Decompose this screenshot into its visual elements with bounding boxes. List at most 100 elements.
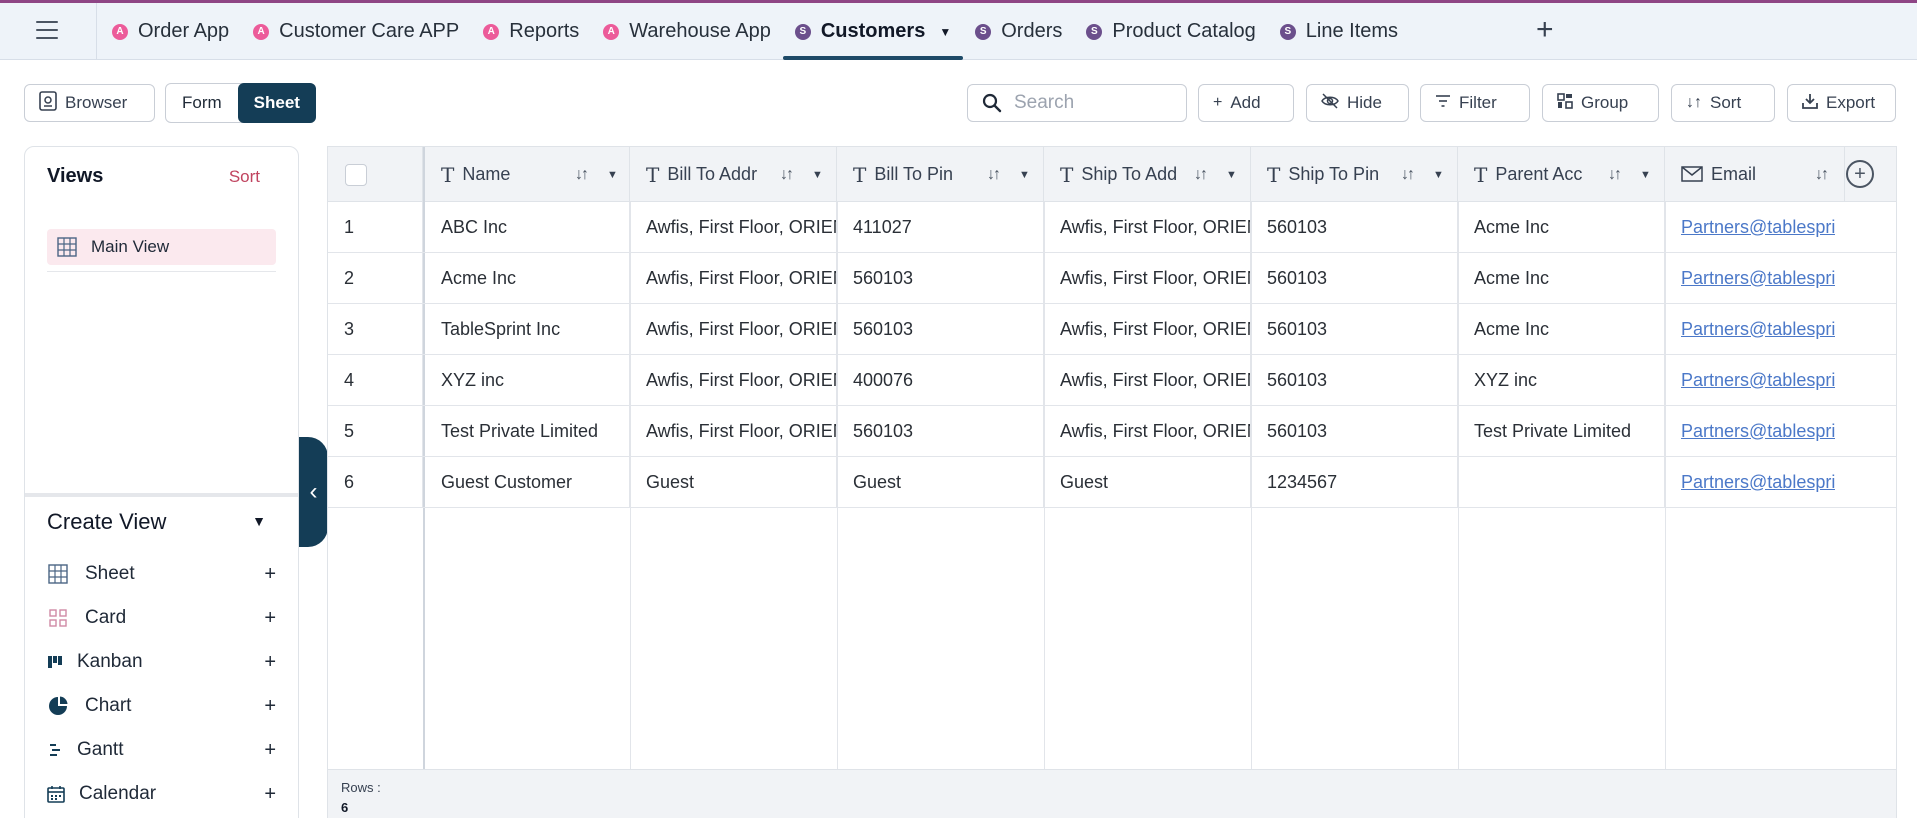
cell-name[interactable]: TableSprint Inc (425, 304, 630, 354)
menu-icon[interactable] (36, 21, 58, 41)
create-gantt-view[interactable]: Gantt + (47, 735, 276, 765)
cell-email-link[interactable]: Partners@tablesprint.com (1665, 457, 1835, 507)
cell-ship-to-pin[interactable]: 560103 (1251, 355, 1458, 405)
search-input[interactable]: Search (967, 84, 1187, 122)
chevron-down-icon[interactable]: ▼ (1433, 169, 1444, 181)
cell-parent-account[interactable]: Acme Inc (1458, 253, 1665, 303)
plus-icon[interactable]: + (264, 607, 276, 630)
cell-name[interactable]: Acme Inc (425, 253, 630, 303)
add-column-icon[interactable]: + (1846, 160, 1874, 188)
cell-name[interactable]: XYZ inc (425, 355, 630, 405)
cell-email-link[interactable]: Partners@tablesprint.com (1665, 202, 1835, 252)
cell-bill-to-pin[interactable]: 411027 (837, 202, 1044, 252)
cell-bill-to-pin[interactable]: 560103 (837, 253, 1044, 303)
cell-bill-to-pin[interactable]: 400076 (837, 355, 1044, 405)
views-sort-link[interactable]: Sort (229, 167, 260, 187)
add-button[interactable]: + Add (1198, 84, 1294, 122)
column-header-bill-to-pin[interactable]: T Bill To Pin ↓↑ ▼ (837, 147, 1044, 202)
chevron-down-icon[interactable]: ▼ (939, 25, 951, 39)
cell-ship-to-pin[interactable]: 560103 (1251, 253, 1458, 303)
column-header-ship-to-address[interactable]: T Ship To Addr ↓↑ ▼ (1044, 147, 1251, 202)
browser-button[interactable]: Browser (24, 84, 155, 122)
cell-bill-to-pin[interactable]: Guest (837, 457, 1044, 507)
sort-icon[interactable]: ↓↑ (1194, 166, 1208, 184)
column-header-parent-account[interactable]: T Parent Acc ↓↑ ▼ (1458, 147, 1665, 202)
table-row[interactable]: 2 Acme Inc Awfis, First Floor, ORIENT 56… (328, 253, 1896, 304)
plus-icon[interactable]: + (264, 695, 276, 718)
cell-bill-to-pin[interactable]: 560103 (837, 406, 1044, 456)
sort-button[interactable]: ↓↑ Sort (1671, 84, 1775, 122)
cell-ship-to-address[interactable]: Guest (1044, 457, 1251, 507)
add-tab-icon[interactable]: + (1536, 15, 1554, 45)
create-chart-view[interactable]: Chart + (47, 691, 276, 721)
cell-ship-to-address[interactable]: Awfis, First Floor, ORIENT (1044, 406, 1251, 456)
cell-name[interactable]: ABC Inc (425, 202, 630, 252)
sort-icon[interactable]: ↓↑ (1815, 166, 1829, 184)
chevron-down-icon[interactable]: ▼ (607, 169, 618, 181)
create-kanban-view[interactable]: Kanban + (47, 647, 276, 677)
cell-email-link[interactable]: Partners@tablesprint.com (1665, 355, 1835, 405)
select-all-checkbox[interactable] (345, 164, 367, 186)
table-row[interactable]: 5 Test Private Limited Awfis, First Floo… (328, 406, 1896, 457)
column-header-bill-to-address[interactable]: T Bill To Addr ↓↑ ▼ (630, 147, 837, 202)
cell-ship-to-pin[interactable]: 560103 (1251, 304, 1458, 354)
column-header-ship-to-pin[interactable]: T Ship To Pin ↓↑ ▼ (1251, 147, 1458, 202)
hide-button[interactable]: Hide (1306, 84, 1409, 122)
table-row[interactable]: 3 TableSprint Inc Awfis, First Floor, OR… (328, 304, 1896, 355)
cell-ship-to-address[interactable]: Awfis, First Floor, ORIENT (1044, 304, 1251, 354)
chevron-down-icon[interactable]: ▼ (1019, 169, 1030, 181)
tab-orders[interactable]: S Orders (963, 3, 1074, 60)
cell-ship-to-pin[interactable]: 560103 (1251, 202, 1458, 252)
sort-icon[interactable]: ↓↑ (987, 166, 1001, 184)
plus-icon[interactable]: + (264, 783, 276, 806)
collapse-sidebar-button[interactable]: ‹ (299, 437, 328, 547)
cell-bill-to-address[interactable]: Awfis, First Floor, ORIENT (630, 253, 837, 303)
column-header-name[interactable]: T Name ↓↑ ▼ (423, 147, 630, 202)
cell-bill-to-address[interactable]: Awfis, First Floor, ORIENT (630, 406, 837, 456)
cell-ship-to-address[interactable]: Awfis, First Floor, ORIENT (1044, 355, 1251, 405)
cell-bill-to-pin[interactable]: 560103 (837, 304, 1044, 354)
group-button[interactable]: Group (1542, 84, 1659, 122)
plus-icon[interactable]: + (264, 739, 276, 762)
cell-parent-account[interactable]: XYZ inc (1458, 355, 1665, 405)
cell-parent-account[interactable]: Test Private Limited (1458, 406, 1665, 456)
cell-ship-to-pin[interactable]: 560103 (1251, 406, 1458, 456)
cell-parent-account[interactable]: Acme Inc (1458, 304, 1665, 354)
cell-name[interactable]: Test Private Limited (425, 406, 630, 456)
create-calendar-view[interactable]: Calendar + (47, 779, 276, 809)
table-row[interactable]: 6 Guest Customer Guest Guest Guest 12345… (328, 457, 1896, 508)
main-view-item[interactable]: Main View (47, 229, 276, 265)
sort-icon[interactable]: ↓↑ (780, 166, 794, 184)
chevron-down-icon[interactable]: ▼ (1640, 169, 1651, 181)
table-row[interactable]: 1 ABC Inc Awfis, First Floor, ORIENT 411… (328, 202, 1896, 253)
create-card-view[interactable]: Card + (47, 603, 276, 633)
chevron-down-icon[interactable]: ▼ (1226, 169, 1237, 181)
plus-icon[interactable]: + (264, 651, 276, 674)
cell-parent-account[interactable] (1458, 457, 1665, 507)
cell-ship-to-address[interactable]: Awfis, First Floor, ORIENT (1044, 202, 1251, 252)
sheet-mode-button[interactable]: Sheet (237, 83, 316, 123)
cell-bill-to-address[interactable]: Awfis, First Floor, ORIENT (630, 202, 837, 252)
tab-reports[interactable]: A Reports (471, 3, 591, 60)
tab-customer-care-app[interactable]: A Customer Care APP (241, 3, 471, 60)
cell-bill-to-address[interactable]: Guest (630, 457, 837, 507)
column-header-email[interactable]: Email ↓↑ (1665, 147, 1845, 202)
chevron-down-icon[interactable]: ▼ (812, 169, 823, 181)
sort-icon[interactable]: ↓↑ (575, 166, 589, 184)
cell-ship-to-address[interactable]: Awfis, First Floor, ORIENT (1044, 253, 1251, 303)
create-sheet-view[interactable]: Sheet + (47, 559, 276, 589)
sort-icon[interactable]: ↓↑ (1401, 166, 1415, 184)
cell-parent-account[interactable]: Acme Inc (1458, 202, 1665, 252)
table-row[interactable]: 4 XYZ inc Awfis, First Floor, ORIENT 400… (328, 355, 1896, 406)
tab-product-catalog[interactable]: S Product Catalog (1074, 3, 1267, 60)
cell-email-link[interactable]: Partners@tablesprint.com (1665, 253, 1835, 303)
tab-line-items[interactable]: S Line Items (1268, 3, 1410, 60)
cell-name[interactable]: Guest Customer (425, 457, 630, 507)
cell-bill-to-address[interactable]: Awfis, First Floor, ORIENT (630, 355, 837, 405)
filter-button[interactable]: Filter (1420, 84, 1530, 122)
sort-icon[interactable]: ↓↑ (1608, 166, 1622, 184)
form-mode-button[interactable]: Form (166, 93, 238, 113)
export-button[interactable]: Export (1787, 84, 1896, 122)
cell-email-link[interactable]: Partners@tablesprint.com (1665, 304, 1835, 354)
tab-warehouse-app[interactable]: A Warehouse App (591, 3, 783, 60)
